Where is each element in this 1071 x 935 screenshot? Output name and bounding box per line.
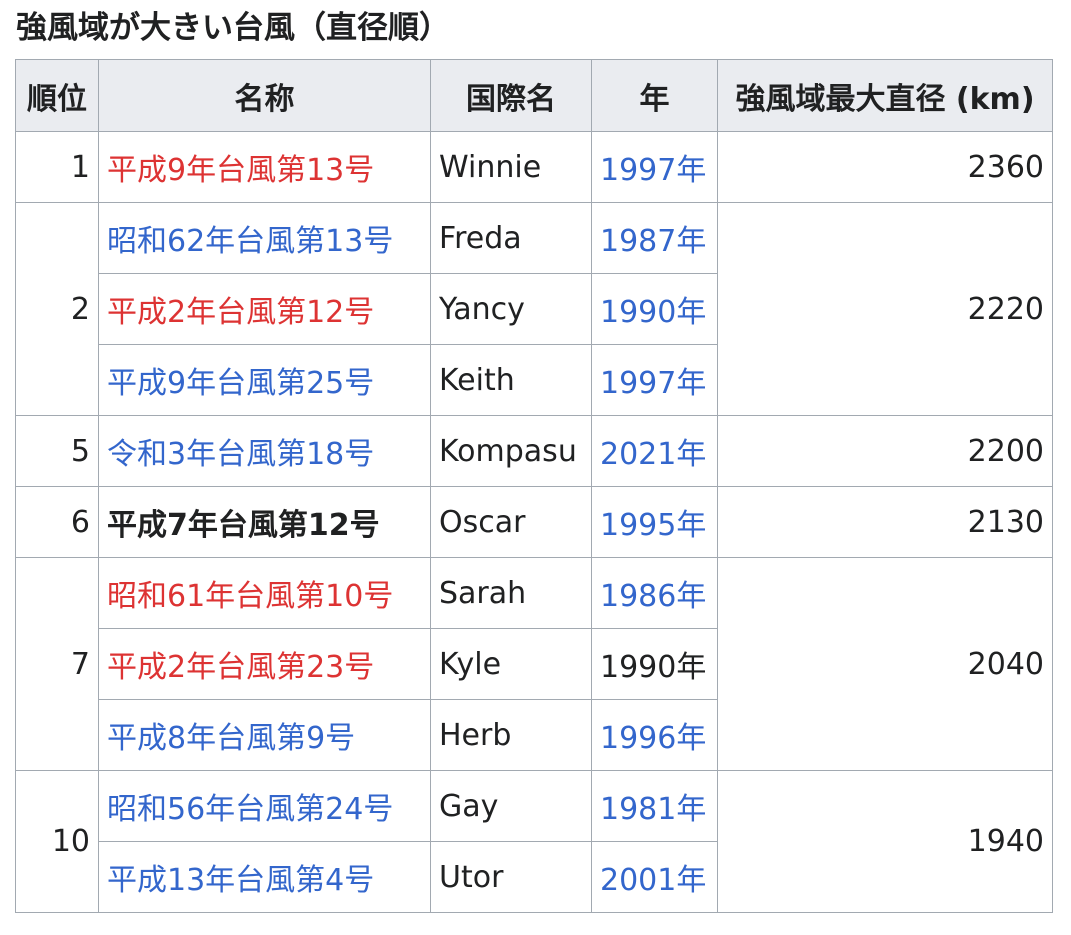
header-year: 年 [591,59,718,132]
diameter-cell: 2200 [717,415,1053,487]
table-row: 10 昭和56年台風第24号 Gay 1981年 1940 [15,770,1053,913]
intl-name-cell: Keith [430,344,592,416]
header-row: 順位 名称 国際名 年 強風域最大直径 (km) [15,59,1053,132]
intl-name-cell: Yancy [430,273,592,345]
name-cell: 昭和61年台風第10号 [98,557,431,629]
intl-name-cell: Kompasu [430,415,592,487]
name-cell: 令和3年台風第18号 [98,415,431,487]
year-link[interactable]: 1997年 [600,366,706,401]
year-link[interactable]: 1987年 [600,224,706,259]
name-cell: 平成2年台風第23号 [98,628,431,700]
year-cell: 1996年 [591,699,718,771]
year-text: 1990年 [600,650,707,685]
year-cell: 1986年 [591,557,718,629]
rank-cell: 7 [15,557,99,771]
table-row: 7 昭和61年台風第10号 Sarah 1986年 2040 [15,557,1053,771]
diameter-cell: 2220 [717,202,1053,416]
name-cell: 平成9年台風第13号 [98,131,431,203]
rank-cell: 10 [15,770,99,913]
typhoon-name-link[interactable]: 平成8年台風第9号 [107,721,355,756]
year-link[interactable]: 1990年 [600,295,706,330]
diameter-cell: 2040 [717,557,1053,771]
typhoon-name-link[interactable]: 昭和56年台風第24号 [107,792,393,827]
year-cell: 1997年 [591,344,718,416]
year-cell: 1990年 [591,273,718,345]
typhoon-table: 順位 名称 国際名 年 強風域最大直径 (km) 1 平成9年台風第13号 Winn… [15,59,1053,913]
name-cell: 昭和62年台風第13号 [98,202,431,274]
typhoon-name-link[interactable]: 平成9年台風第25号 [107,366,374,401]
year-link[interactable]: 2021年 [600,437,706,472]
year-link[interactable]: 1986年 [600,579,706,614]
year-cell: 1981年 [591,770,718,842]
rank-cell: 6 [15,486,99,558]
name-cell: 昭和56年台風第24号 [98,770,431,842]
diameter-cell: 2360 [717,131,1053,203]
year-link[interactable]: 2001年 [600,863,706,898]
header-diameter: 強風域最大直径 (km) [717,59,1053,132]
intl-name-cell: Freda [430,202,592,274]
intl-name-cell: Utor [430,841,592,913]
typhoon-name-link[interactable]: 平成2年台風第12号 [107,295,374,330]
rank-cell: 5 [15,415,99,487]
intl-name-cell: Sarah [430,557,592,629]
year-cell: 2001年 [591,841,718,913]
rank-cell: 2 [15,202,99,416]
year-cell: 1997年 [591,131,718,203]
year-link[interactable]: 1981年 [600,792,706,827]
table-row: 6 平成7年台風第12号 Oscar 1995年 2130 [15,486,1053,558]
header-name: 名称 [98,59,431,132]
name-cell: 平成13年台風第4号 [98,841,431,913]
table-caption: 強風域が大きい台風（直径順） [16,10,450,46]
intl-name-cell: Oscar [430,486,592,558]
year-cell: 1987年 [591,202,718,274]
typhoon-name-link[interactable]: 平成9年台風第13号 [107,153,374,188]
year-cell: 1995年 [591,486,718,558]
intl-name-cell: Gay [430,770,592,842]
typhoon-name-link[interactable]: 昭和61年台風第10号 [107,579,393,614]
table-row: 1 平成9年台風第13号 Winnie 1997年 2360 [15,131,1053,203]
year-cell: 1990年 [591,628,718,700]
name-cell: 平成7年台風第12号 [98,486,431,558]
name-cell: 平成9年台風第25号 [98,344,431,416]
name-cell: 平成8年台風第9号 [98,699,431,771]
diameter-cell: 2130 [717,486,1053,558]
name-cell: 平成2年台風第12号 [98,273,431,345]
typhoon-name-current: 平成7年台風第12号 [107,508,380,543]
typhoon-name-link[interactable]: 昭和62年台風第13号 [107,224,393,259]
typhoon-name-link[interactable]: 令和3年台風第18号 [107,437,374,472]
header-rank: 順位 [15,59,99,132]
intl-name-cell: Winnie [430,131,592,203]
rank-cell: 1 [15,131,99,203]
typhoon-name-link[interactable]: 平成2年台風第23号 [107,650,374,685]
year-link[interactable]: 1995年 [600,508,706,543]
intl-name-cell: Kyle [430,628,592,700]
year-link[interactable]: 1997年 [600,153,706,188]
year-cell: 2021年 [591,415,718,487]
table-row: 5 令和3年台風第18号 Kompasu 2021年 2200 [15,415,1053,487]
header-intl-name: 国際名 [430,59,592,132]
diameter-cell: 1940 [717,770,1053,913]
year-link[interactable]: 1996年 [600,721,706,756]
intl-name-cell: Herb [430,699,592,771]
typhoon-name-link[interactable]: 平成13年台風第4号 [107,863,374,898]
table-row: 2 昭和62年台風第13号 Freda 1987年 2220 [15,202,1053,416]
table-body: 1 平成9年台風第13号 Winnie 1997年 2360 2 昭和62年台風第13号 Fr… [15,131,1053,913]
